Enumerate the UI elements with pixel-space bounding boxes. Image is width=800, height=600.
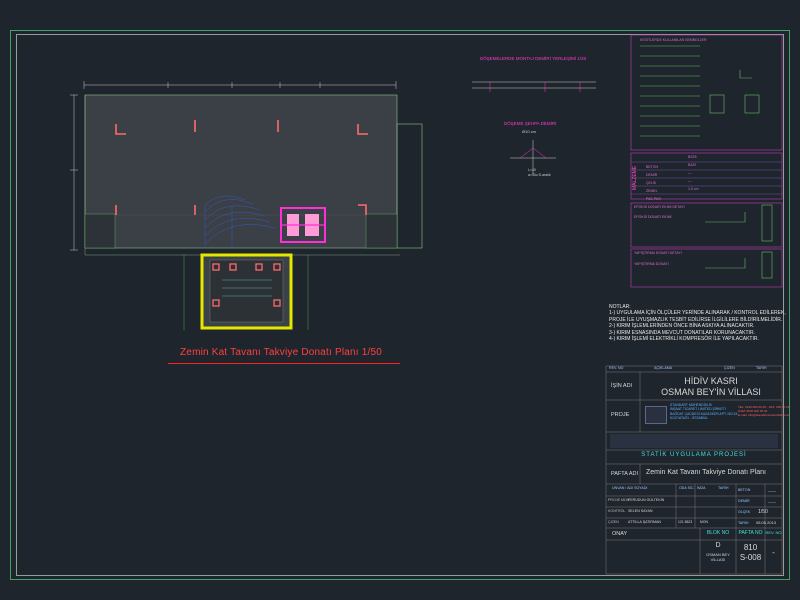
plan-title-underline [168, 363, 400, 364]
detail2-subtitle: Ø10 cm [522, 129, 537, 134]
pafta-no-2: S-008 [739, 553, 762, 562]
olcek-label: ÖLÇEK [738, 510, 751, 514]
bonding-detail-title: YAPIŞTIRMA DONATI DETAYI [634, 251, 682, 255]
beton-value: —— [768, 488, 776, 493]
isin-adi-label: İŞİN ADI [611, 383, 633, 389]
revision-header: REV. NO AÇIKLAMA ÇİZEN TARİH [609, 366, 767, 370]
materials-table: BETON BS25 DEMİR B420 ÇELİK — ZEMİN — PAS PA… [646, 155, 699, 201]
beton-label: BETON [738, 488, 751, 492]
bonding-detail-text: YAPIŞTIRMA DONATI [634, 262, 669, 266]
job-name-line2: OSMAN BEY'İN VİLLASI [661, 387, 761, 397]
legend-panel-epoxy [630, 202, 783, 248]
notes-block: NOTLAR: 1-) UYGULAMA İÇİN ÖLÇÜLER YERİND… [609, 304, 786, 343]
project-banner [610, 434, 778, 448]
staff-name: SELEN SAYAN [628, 509, 653, 513]
floor-plan-drawing [70, 34, 783, 575]
dimension-line-left [70, 94, 78, 251]
scale-value: 1/50 [758, 509, 768, 515]
project-type: STATİK UYGULAMA PROJESİ [641, 452, 747, 458]
dimension-line-top [83, 81, 397, 89]
blok-no: D [715, 542, 721, 549]
rev-no-label: REV. NO [765, 530, 782, 535]
plan-title: Zemin Kat Tavanı Takviye Donatı Planı 1/… [180, 347, 383, 358]
pafta-no-label: PAFTA NO [738, 530, 763, 536]
demir-value: —— [768, 499, 776, 504]
legend-header: KESİTLERDE KULLANILAN SEMBOLLER [640, 38, 707, 42]
epoxy-detail-title: EPOKSİ DONATI EKİMİ DETAYI [634, 205, 685, 209]
pafta-adi-label: PAFTA ADI [611, 471, 638, 477]
onay-label: ONAY [612, 531, 628, 537]
detail2-note-a: L=40 [528, 168, 536, 172]
blok-name: OSMAN BEY VİLLASI [706, 552, 730, 562]
company-info: STANDART MÜHENDİSLİK İNŞAAT TİCARET LİMİ… [670, 403, 738, 420]
detail2-title: DÖŞEME ŞEHPA DEMİRİ [504, 121, 557, 126]
pafta-no-1: 810 [743, 543, 758, 552]
job-name-line1: HİDİV KASRI [684, 376, 738, 386]
note-line: 1-) UYGULAMA İÇİN ÖLÇÜLER YERİNDE ALINAR… [609, 310, 786, 317]
company-contact: TEL: 0216 000 00 00 - FAX: 000 00 00 GSM… [738, 405, 790, 417]
materials-side-label: MALZEME [632, 165, 638, 190]
proje-label: PROJE [611, 412, 630, 418]
note-line: 4-) KIRIM İŞLEMİ ELEKTRİKLİ KOMPRESÖR İL… [609, 336, 759, 343]
staff-date: MON [700, 520, 708, 524]
tarih-label: TARİH [738, 521, 749, 525]
legend-panel-symbols [630, 34, 783, 151]
staff-name: FERUDUN GÜLTEKİN [628, 498, 665, 502]
rev-no: - [772, 548, 775, 557]
staff-name: ATTİLLA ŞATIRMAN [628, 520, 662, 524]
demir-label: DEMİR [738, 499, 750, 503]
sheet-name: Zemin Kat Tavanı Takviye Donatı Planı [646, 469, 766, 476]
staff-header: ÜNVAN / ADI SOYADI ODA SİC. İMZA TARİH [612, 486, 729, 490]
staff-oda: 121.5823 [678, 520, 693, 524]
blok-no-label: BLOK NO [706, 530, 730, 536]
slab-extension-right [396, 123, 423, 249]
staff-role: KONTROL [608, 509, 626, 513]
date-value: 08.05.2013 [756, 520, 777, 525]
company-logo [645, 406, 667, 424]
detail1-rebar [472, 81, 596, 92]
epoxy-detail-text: EPOKSİ DONATI EKİMİ [634, 215, 672, 219]
detail2-note-b: a=Tüz.S.aralık [528, 173, 551, 177]
staff-role: ÇİZEN [608, 520, 619, 524]
detail1-title: DÖŞEMELERDE MONTAJ DEMİRİ YERLEŞİMİ 1/20 [480, 56, 587, 61]
staff-role: PROJE MÜH. [608, 498, 631, 502]
